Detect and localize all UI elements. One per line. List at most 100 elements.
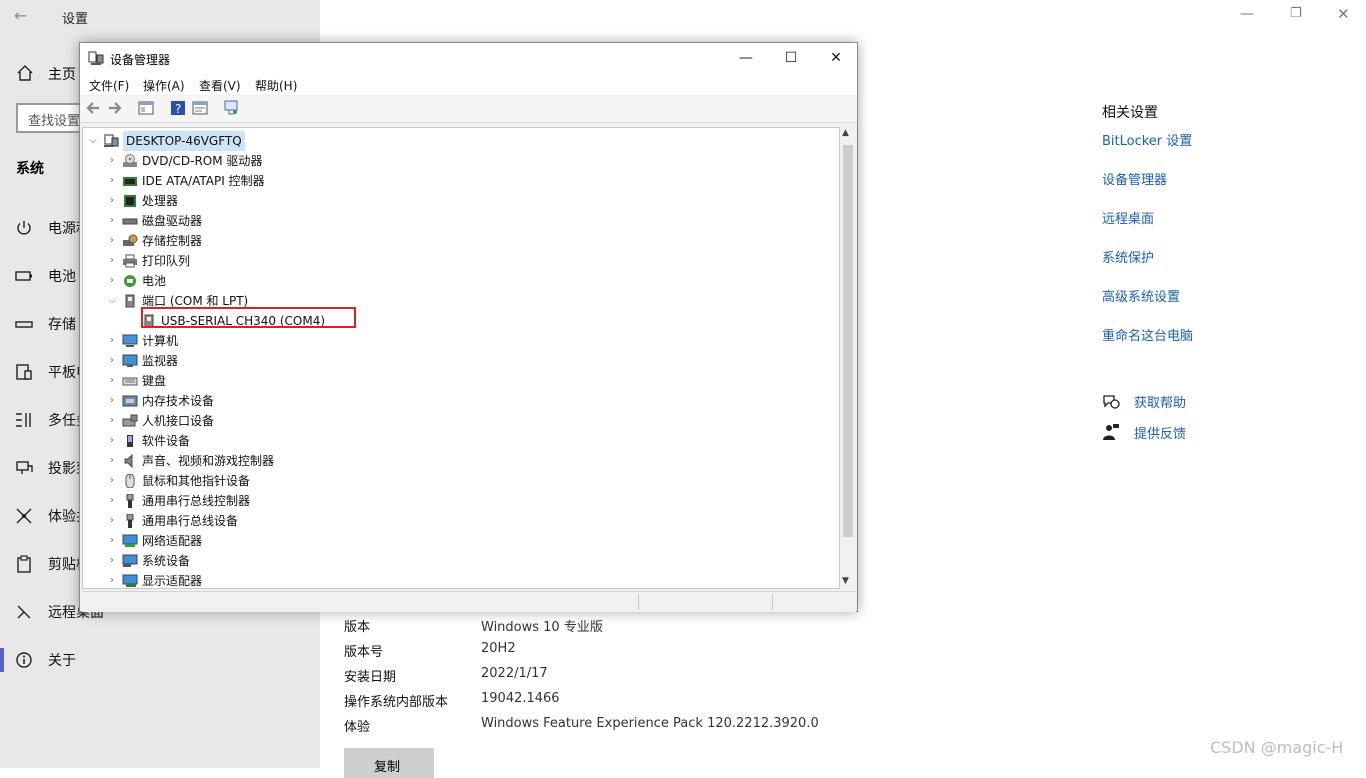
help-icon[interactable]: ? — [170, 100, 186, 116]
power-icon — [17, 221, 31, 235]
chevron-right-icon[interactable]: › — [106, 251, 118, 271]
storage-icon — [15, 321, 33, 328]
mouse-icon — [125, 474, 135, 488]
maximize-button[interactable]: ☐ — [768, 43, 814, 73]
chevron-right-icon[interactable]: › — [106, 511, 118, 531]
tree-label: 存储控制器 — [142, 234, 203, 248]
settings-close-button[interactable]: ✕ — [1337, 5, 1350, 23]
scroll-up-icon[interactable]: ▲ — [842, 128, 849, 138]
spec-label: 操作系统内部版本 — [344, 695, 449, 710]
nav-label: 关于 — [48, 653, 76, 669]
chevron-right-icon[interactable]: › — [106, 231, 118, 251]
chevron-right-icon[interactable]: › — [106, 491, 118, 511]
battery-icon — [124, 275, 136, 287]
chevron-right-icon[interactable]: › — [106, 151, 118, 171]
tree-label: 声音、视频和游戏控制器 — [142, 454, 275, 468]
spec-label: 版本 — [344, 620, 371, 635]
remote-desktop-link[interactable]: 远程桌面 — [1102, 208, 1154, 227]
spec-label: 体验 — [344, 720, 371, 735]
scroll-down-icon[interactable]: ▼ — [842, 576, 849, 586]
clipboard-icon — [17, 555, 31, 573]
tree-label: 网络适配器 — [142, 534, 203, 548]
scrollbar-thumb[interactable] — [843, 145, 853, 537]
home-nav-item[interactable]: 主页 — [48, 64, 76, 84]
tree-label: 处理器 — [142, 194, 179, 208]
settings-title: 设置 — [62, 12, 89, 27]
rename-pc-link[interactable]: 重命名这台电脑 — [1102, 325, 1193, 344]
device-manager-titlebar[interactable]: 设备管理器 — ☐ ✕ — [80, 43, 857, 73]
chevron-right-icon[interactable]: › — [106, 531, 118, 551]
tree-label: DVD/CD-ROM 驱动器 — [142, 154, 263, 168]
menu-help[interactable]: 帮助(H) — [255, 77, 297, 94]
device-manager-window[interactable]: 设备管理器 — ☐ ✕ 文件(F) 操作(A) 查看(V) 帮助(H) ? ⌵ … — [79, 42, 858, 612]
tree-label: 内存技术设备 — [142, 394, 215, 408]
close-button[interactable]: ✕ — [813, 43, 859, 73]
properties-icon[interactable] — [192, 100, 208, 116]
settings-restore-button[interactable]: ❐ — [1290, 6, 1302, 21]
show-hide-tree-icon[interactable] — [138, 100, 154, 116]
chevron-right-icon[interactable]: › — [106, 271, 118, 291]
menu-bar: 文件(F) 操作(A) 查看(V) 帮助(H) — [80, 73, 857, 95]
svg-text:?: ? — [175, 102, 181, 116]
info-icon — [16, 652, 32, 668]
nav-label: 电池 — [48, 269, 76, 285]
device-manager-link[interactable]: 设备管理器 — [1102, 169, 1167, 188]
spec-value: 2022/1/17 — [481, 666, 548, 681]
copy-button[interactable]: 复制 — [344, 748, 434, 778]
dvd-drive-icon — [123, 154, 137, 167]
device-tree[interactable]: ⌵ DESKTOP-46VGFTQ › DVD/CD-ROM 驱动器 › IDE… — [82, 127, 840, 589]
multitask-icon — [16, 413, 31, 427]
spec-label: 安装日期 — [344, 670, 397, 685]
forward-icon[interactable] — [107, 100, 123, 116]
chevron-right-icon[interactable]: › — [106, 551, 118, 571]
chevron-right-icon[interactable]: › — [106, 171, 118, 191]
chevron-right-icon[interactable]: › — [106, 471, 118, 491]
status-divider — [638, 594, 639, 610]
chevron-right-icon[interactable]: › — [106, 371, 118, 391]
feedback-label: 提供反馈 — [1134, 427, 1187, 442]
back-icon[interactable] — [85, 100, 101, 116]
tree-label: 人机接口设备 — [142, 414, 215, 428]
menu-file[interactable]: 文件(F) — [89, 77, 129, 94]
nav-item-about[interactable]: 关于 — [0, 640, 320, 680]
minimize-button[interactable]: — — [723, 43, 769, 73]
menu-action[interactable]: 操作(A) — [143, 77, 185, 94]
chevron-down-icon[interactable]: ⌵ — [106, 291, 118, 311]
scan-hardware-icon[interactable] — [224, 100, 240, 116]
tree-label: 打印队列 — [142, 254, 191, 268]
usb-icon — [126, 514, 134, 528]
status-divider — [772, 594, 773, 610]
chevron-right-icon[interactable]: › — [106, 331, 118, 351]
tree-label: 电池 — [142, 274, 167, 288]
chevron-right-icon[interactable]: › — [106, 411, 118, 431]
chevron-right-icon[interactable]: › — [106, 351, 118, 371]
chevron-right-icon[interactable]: › — [106, 571, 118, 588]
spec-value: 19042.1466 — [481, 691, 560, 706]
get-help-label: 获取帮助 — [1134, 396, 1187, 411]
system-protection-link[interactable]: 系统保护 — [1102, 247, 1154, 266]
chevron-right-icon[interactable]: › — [106, 191, 118, 211]
software-device-icon — [127, 435, 133, 447]
spec-value: Windows Feature Experience Pack 120.2212… — [481, 716, 819, 731]
computer-root-icon — [104, 134, 119, 147]
chevron-down-icon[interactable]: ⌵ — [87, 131, 99, 151]
vertical-scrollbar[interactable]: ▲ ▼ — [840, 127, 856, 589]
chevron-right-icon[interactable]: › — [106, 391, 118, 411]
usb-icon — [126, 494, 134, 508]
back-arrow-icon[interactable]: ← — [14, 6, 27, 25]
chevron-right-icon[interactable]: › — [106, 211, 118, 231]
bitlocker-link[interactable]: BitLocker 设置 — [1102, 130, 1192, 149]
help-icon — [1103, 395, 1120, 409]
chevron-right-icon[interactable]: › — [106, 431, 118, 451]
printer-icon — [123, 254, 137, 268]
search-placeholder: 查找设置 — [28, 114, 81, 129]
battery-icon — [15, 271, 32, 281]
feedback-icon — [1103, 424, 1119, 440]
spec-value: 20H2 — [481, 641, 516, 656]
computer-icon — [122, 334, 138, 347]
settings-minimize-button[interactable]: — — [1240, 6, 1254, 22]
advanced-system-settings-link[interactable]: 高级系统设置 — [1102, 286, 1180, 305]
chevron-right-icon[interactable]: › — [106, 451, 118, 471]
menu-view[interactable]: 查看(V) — [199, 77, 241, 94]
project-icon — [16, 461, 33, 474]
